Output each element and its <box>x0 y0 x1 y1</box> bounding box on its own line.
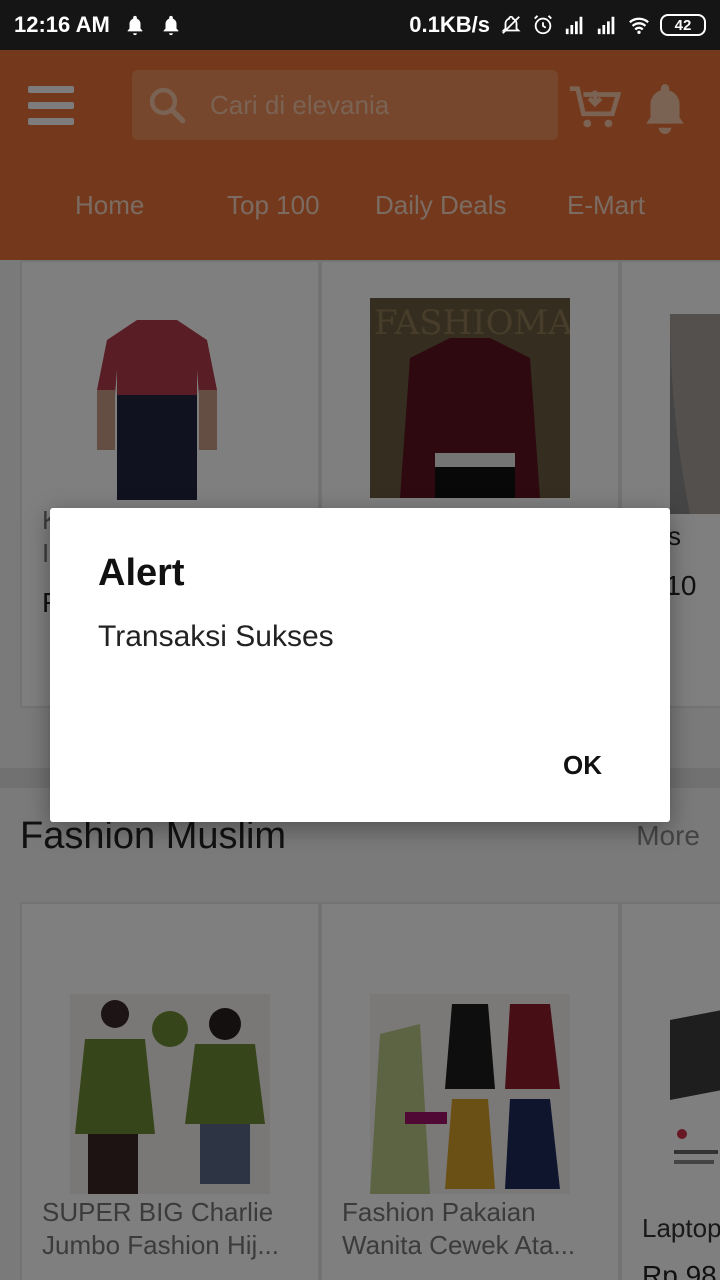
signal-icon <box>597 16 615 35</box>
notification-bell-icon <box>163 15 179 36</box>
wifi-icon <box>629 17 649 34</box>
status-time: 12:16 AM <box>14 12 110 37</box>
ok-button[interactable]: OK <box>563 750 602 781</box>
signal-icon <box>565 16 583 35</box>
dialog-title: Alert <box>98 552 185 594</box>
alarm-icon <box>534 15 552 35</box>
dialog-message: Transaksi Sukses <box>98 620 334 653</box>
battery-indicator: 42 <box>660 14 706 36</box>
status-bar: 12:16 AM 0.1KB/s 42 <box>0 0 720 50</box>
network-speed: 0.1KB/s <box>409 12 490 37</box>
mute-icon <box>501 15 521 34</box>
notification-bell-icon <box>127 15 143 36</box>
alert-dialog: Alert Transaksi Sukses OK <box>50 508 670 822</box>
